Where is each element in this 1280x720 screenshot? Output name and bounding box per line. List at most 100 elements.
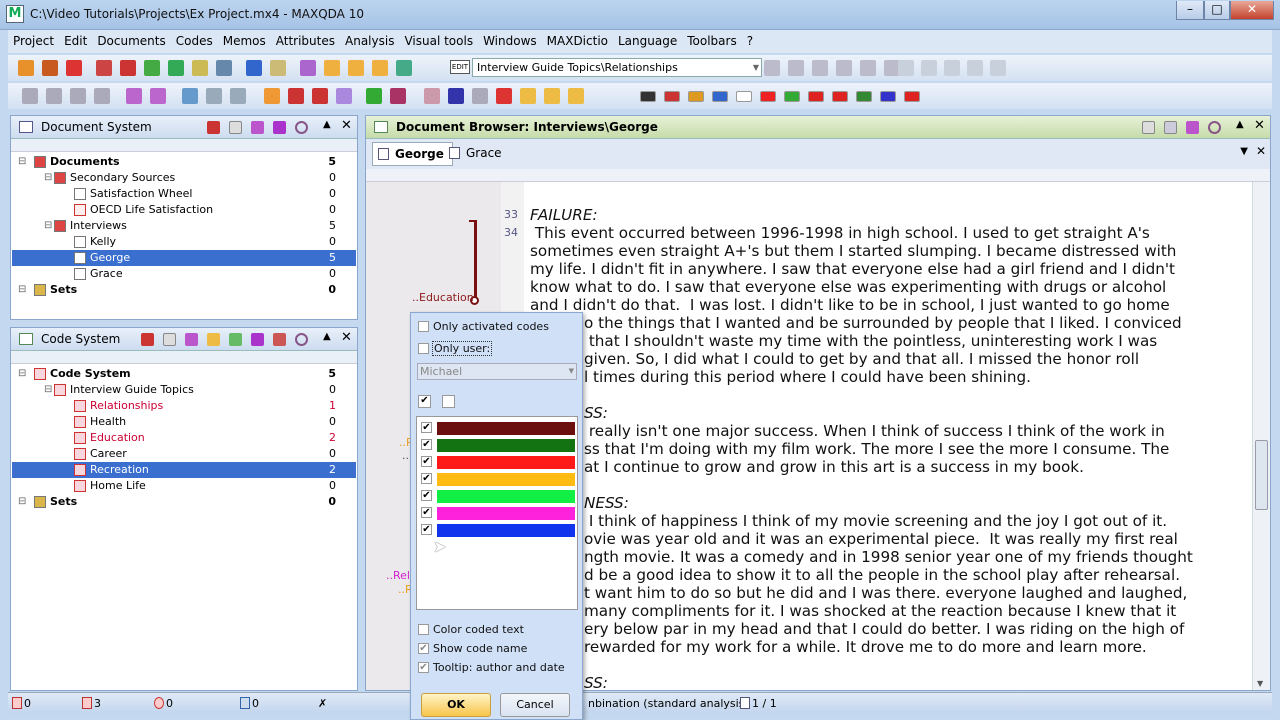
color-checkbox[interactable]: ✔ (421, 473, 432, 484)
toolbar-icon[interactable] (126, 88, 142, 104)
flag-icon[interactable] (688, 91, 704, 102)
toolbar-icon[interactable] (336, 88, 352, 104)
memo-icon[interactable] (1186, 121, 1199, 134)
toolbar-icon[interactable] (18, 60, 34, 76)
flag-icon[interactable] (832, 91, 848, 102)
text-line[interactable]: rewarded for my work for a while. It dro… (584, 638, 1147, 656)
show-code-name-checkbox[interactable]: ✔ (418, 643, 429, 654)
color-checkbox[interactable]: ✔ (421, 490, 432, 501)
flag-icon[interactable] (784, 91, 800, 102)
close-panel-icon[interactable]: ✕ (1254, 118, 1265, 133)
filter-icon[interactable] (251, 333, 264, 346)
tree-item-grace[interactable]: Grace 0 (12, 266, 356, 282)
select-all-button[interactable]: ✔ (418, 395, 431, 408)
text-line[interactable]: many compliments for it. I was shocked a… (584, 602, 1176, 620)
toolbar-icon[interactable] (424, 88, 440, 104)
toolbar-icon[interactable] (288, 88, 304, 104)
text-line[interactable]: ery below par in my head and that I coul… (584, 620, 1184, 638)
toolbar-icon[interactable] (46, 88, 62, 104)
tree-item-interview-guide-topics[interactable]: Interview Guide Topics 0 ⊟ (12, 382, 356, 398)
tree-item-satisfaction-wheel[interactable]: Satisfaction Wheel 0 (12, 186, 356, 202)
expand-toggle-icon[interactable]: ⊟ (18, 282, 26, 298)
print-icon[interactable] (163, 333, 176, 346)
search-icon[interactable] (1208, 121, 1221, 134)
scroll-thumb[interactable] (1255, 440, 1268, 510)
menu-documents[interactable]: Documents (92, 30, 170, 53)
close-panel-icon[interactable]: ✕ (341, 118, 352, 133)
flag-icon[interactable] (808, 91, 824, 102)
expand-toggle-icon[interactable]: ⊟ (18, 494, 26, 510)
expand-toggle-icon[interactable]: ⊟ (18, 154, 26, 170)
export-icon[interactable] (251, 121, 264, 134)
activate-icon[interactable] (207, 121, 220, 134)
tree-item-sets[interactable]: Sets 0 ⊟ (12, 494, 356, 510)
flag-icon[interactable] (904, 91, 920, 102)
chevron-down-icon[interactable]: ▼ (753, 59, 759, 76)
print-icon[interactable] (1142, 121, 1155, 134)
toolbar-icon[interactable] (544, 88, 560, 104)
toolbar-icon[interactable] (324, 60, 340, 76)
text-line[interactable]: SS: (584, 674, 608, 690)
tree-item-recreation[interactable]: Recreation 2 (12, 462, 356, 478)
toolbar-icon[interactable] (70, 88, 86, 104)
code-color-icon[interactable] (273, 333, 286, 346)
text-line[interactable]: at I continue to grow and grow in this a… (584, 458, 1084, 476)
tree-item-george[interactable]: George 5 (12, 250, 356, 266)
search-icon[interactable] (295, 333, 308, 346)
color-checkbox[interactable]: ✔ (421, 524, 432, 535)
text-line[interactable]: l times during this period where I could… (584, 368, 1031, 386)
toolbar-icon[interactable] (836, 60, 852, 76)
close-button[interactable]: ✕ (1230, 1, 1274, 20)
menu-maxdictio[interactable]: MAXDictio (542, 30, 613, 53)
text-line[interactable]: that I shouldn't waste my time with the … (584, 332, 1157, 350)
menu-language[interactable]: Language (613, 30, 682, 53)
toolbar-icon[interactable] (764, 60, 780, 76)
color-checkbox[interactable]: ✔ (421, 507, 432, 518)
toolbar-icon[interactable] (144, 60, 160, 76)
tree-item-health[interactable]: Health 0 (12, 414, 356, 430)
maximize-button[interactable]: □ (1204, 1, 1230, 20)
tooltip-checkbox[interactable]: ✔ (418, 662, 429, 673)
search-icon[interactable] (295, 121, 308, 134)
tree-item-kelly[interactable]: Kelly 0 (12, 234, 356, 250)
activate-icon[interactable] (141, 333, 154, 346)
toolbar-icon[interactable] (312, 88, 328, 104)
flag-icon[interactable] (856, 91, 872, 102)
text-line[interactable]: o the things that I wanted and be surrou… (584, 314, 1182, 332)
toolbar-icon[interactable] (860, 60, 876, 76)
menu-attributes[interactable]: Attributes (271, 30, 340, 53)
folder-icon[interactable] (207, 333, 220, 346)
toolbar-icon[interactable] (921, 60, 937, 76)
text-line[interactable]: FAILURE: (530, 206, 598, 224)
toolbar-icon[interactable] (22, 88, 38, 104)
expand-toggle-icon[interactable]: ⊟ (44, 382, 52, 398)
menu--[interactable]: ? (742, 30, 758, 53)
flag-icon[interactable] (880, 91, 896, 102)
pin-icon[interactable]: ▲ (323, 331, 331, 342)
text-line[interactable]: my life. I didn't fit in anywhere. I saw… (530, 260, 1175, 278)
menu-memos[interactable]: Memos (218, 30, 271, 53)
flag-icon[interactable] (640, 91, 656, 102)
toolbar-icon[interactable] (788, 60, 804, 76)
toolbar-icon[interactable] (192, 60, 208, 76)
export-icon[interactable] (1164, 121, 1177, 134)
toolbar-icon[interactable] (990, 60, 1006, 76)
menu-project[interactable]: Project (8, 30, 59, 53)
cancel-button[interactable]: Cancel (500, 693, 570, 717)
toolbar-icon[interactable] (300, 60, 316, 76)
text-line[interactable]: know what to do. I saw that everyone els… (530, 278, 1166, 296)
toolbar-icon[interactable] (168, 60, 184, 76)
tree-item-interviews[interactable]: Interviews 5 ⊟ (12, 218, 356, 234)
vertical-scrollbar[interactable]: ▼ (1252, 182, 1270, 690)
toolbar-icon[interactable] (372, 60, 388, 76)
toolbar-icon[interactable] (396, 60, 412, 76)
toolbar-icon[interactable] (66, 60, 82, 76)
toolbar-icon[interactable] (390, 88, 406, 104)
toolbar-icon[interactable] (448, 88, 464, 104)
weight-filter-icon[interactable]: ✗ (318, 696, 327, 711)
code-margin-label[interactable]: ..Education (412, 291, 474, 304)
text-line[interactable]: really isn't one major success. When I t… (584, 422, 1165, 440)
toolbar-icon[interactable] (366, 88, 382, 104)
pin-icon[interactable]: ▲ (323, 119, 331, 130)
toolbar-icon[interactable] (182, 88, 198, 104)
